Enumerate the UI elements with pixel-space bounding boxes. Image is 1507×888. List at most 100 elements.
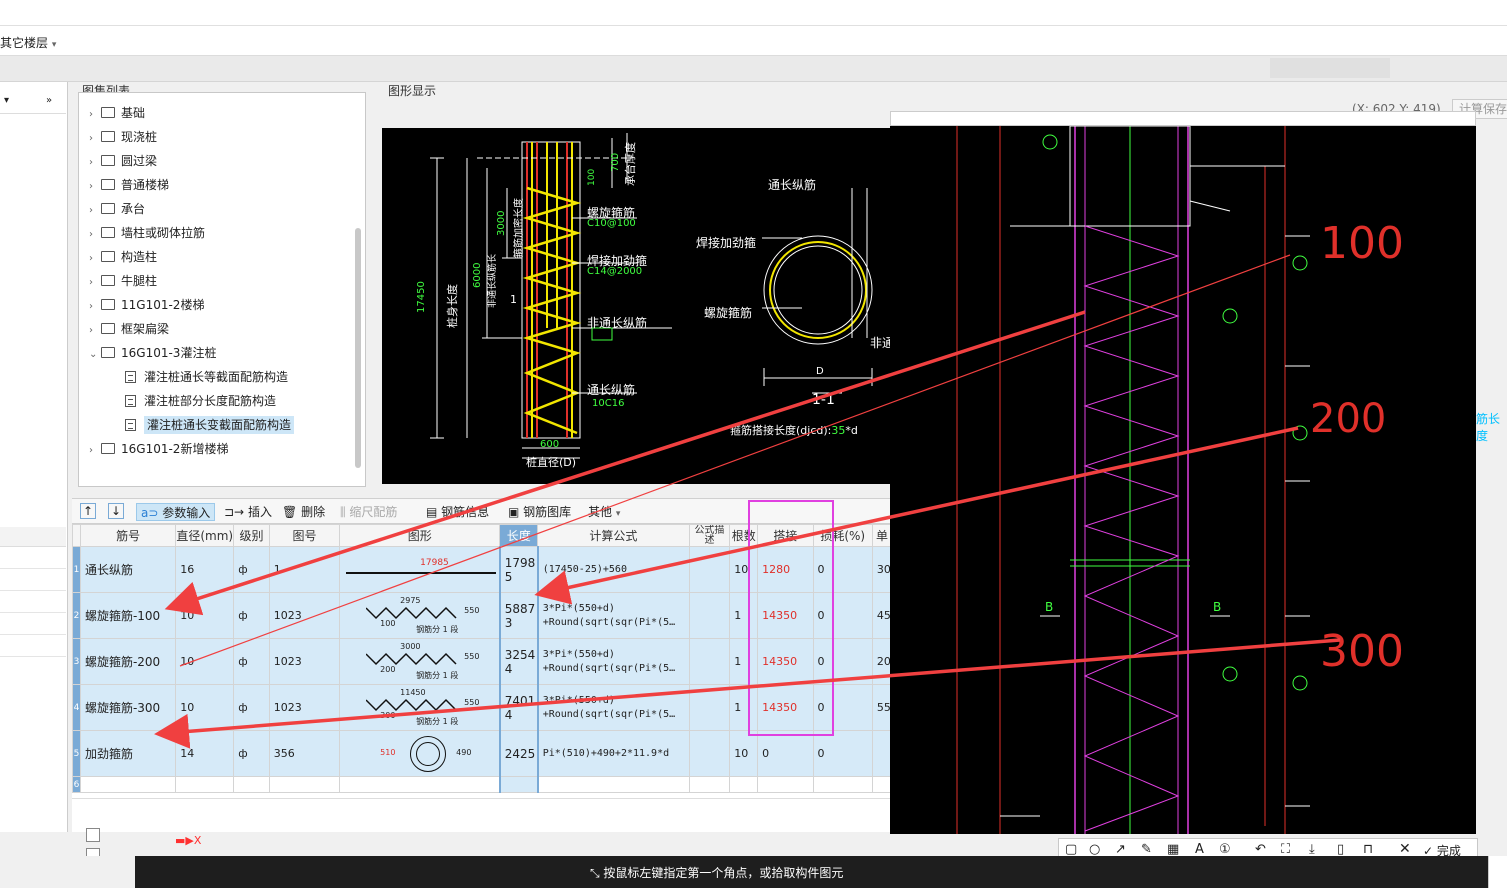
cell-length[interactable]: 2425 [498, 730, 539, 777]
cell-grade[interactable]: ф [233, 730, 270, 777]
cell-figure-no[interactable]: 1023 [268, 638, 341, 685]
tree-item[interactable]: › 11G101-2楼梯 [89, 293, 204, 317]
cell-grade[interactable]: ф [233, 546, 270, 593]
cell-shape[interactable]: 11450 550 300 钢筋分 1 段 [339, 684, 501, 731]
circle-icon[interactable]: ○ [1089, 842, 1100, 857]
cell-length[interactable]: 5887 3 [498, 592, 539, 639]
cell-loss[interactable] [812, 776, 873, 793]
cell-count[interactable]: 10 [729, 730, 759, 777]
cell-grade[interactable]: ф [233, 684, 270, 731]
cell-name[interactable]: 螺旋箍筋-300 [79, 684, 177, 731]
cell-formula[interactable]: (17450-25)+560 [537, 546, 690, 593]
cell-shape[interactable]: 510 490 [339, 730, 501, 777]
param-input-button[interactable]: a⊃ 参数输入 [136, 503, 216, 521]
cell-name[interactable]: 螺旋箍筋-200 [79, 638, 177, 685]
chevron-right-icon[interactable]: › [89, 175, 101, 199]
cell-diameter[interactable]: 10 [175, 592, 235, 639]
tree-item[interactable]: › 框架扁梁 [89, 317, 169, 341]
phone-icon[interactable]: ▯ [1337, 842, 1344, 857]
chevron-right-icon[interactable]: › [89, 151, 101, 175]
tree-item[interactable]: › 构造柱 [89, 245, 157, 269]
table-row[interactable]: 5 加劲箍筋 14 ф 356 510 490 2425 Pi*(510)+490+2*11.9… [72, 730, 892, 777]
cell-unit[interactable]: 45 [871, 592, 892, 639]
cell-figure-no[interactable]: 1023 [268, 684, 341, 731]
column-header[interactable]: 图形 [339, 524, 501, 547]
scale-rebar-button[interactable]: ⫼ 缩尺配筋 [340, 503, 397, 521]
arrow-icon[interactable]: ↗ [1115, 842, 1126, 857]
row-checkbox[interactable] [86, 848, 100, 856]
cell-formula-desc[interactable] [688, 546, 731, 593]
cell-formula-desc[interactable] [688, 638, 731, 685]
tree-item[interactable]: › 现浇桩 [89, 125, 157, 149]
cell-formula-desc[interactable] [688, 684, 731, 731]
cell-grade[interactable]: ф [233, 592, 270, 639]
rebar-library-button[interactable]: ▣ 钢筋图库 [508, 503, 571, 521]
cell-formula-desc[interactable] [688, 592, 731, 639]
cell-length[interactable]: 1798 5 [498, 546, 539, 593]
cell-name[interactable] [79, 776, 177, 793]
cell-shape[interactable]: 17985 [339, 546, 501, 593]
close-icon[interactable]: ✕ [1399, 841, 1411, 857]
chevron-right-icon[interactable]: › [89, 127, 101, 151]
chevron-right-icon[interactable]: › [89, 223, 101, 247]
cell-shape[interactable]: 3000 550 200 钢筋分 1 段 [339, 638, 501, 685]
tree-item[interactable]: › 墙柱或砌体拉筋 [89, 221, 205, 245]
cell-formula[interactable]: 3*Pi*(550+d) +Round(sqrt(sqr(Pi*(5… [537, 638, 690, 685]
tree-item[interactable]: › 承台 [89, 197, 145, 221]
chevron-right-icon[interactable]: › [89, 439, 101, 463]
rectangle-icon[interactable]: ▢ [1065, 842, 1077, 857]
column-header[interactable]: 图号 [268, 524, 341, 547]
cell-grade[interactable] [233, 776, 270, 793]
download-icon[interactable]: ⤓ [1309, 842, 1315, 857]
text-icon[interactable]: A [1195, 842, 1204, 857]
chevron-right-icon[interactable]: › [89, 295, 101, 319]
cell-loss[interactable]: 0 [812, 730, 873, 777]
tree-scrollbar[interactable] [355, 228, 361, 468]
cell-length[interactable] [498, 776, 539, 793]
rebar-info-button[interactable]: ▤ 钢筋信息 [426, 503, 489, 521]
tree-item[interactable]: › 牛腿柱 [89, 269, 157, 293]
cell-formula[interactable]: 3*Pi*(550+d) +Round(sqrt(sqr(Pi*(5… [537, 684, 690, 731]
delete-button[interactable]: 🗑 删除 [282, 503, 325, 521]
cell-formula[interactable]: Pi*(510)+490+2*11.9*d [537, 730, 690, 777]
column-header[interactable]: 筋号 [79, 524, 177, 547]
tree-item[interactable]: › 16G101-2新增楼梯 [89, 437, 228, 461]
move-down-button[interactable]: ↓ [108, 503, 124, 519]
cell-figure-no[interactable]: 1 [268, 546, 341, 593]
cell-lap[interactable] [757, 776, 814, 793]
cell-formula-desc[interactable] [688, 776, 731, 793]
cell-figure-no[interactable]: 1023 [268, 592, 341, 639]
column-header[interactable]: 公式描述 [688, 524, 731, 547]
cell-diameter[interactable]: 16 [175, 546, 235, 593]
cell-length[interactable]: 7401 4 [498, 684, 539, 731]
cell-shape[interactable] [339, 776, 501, 793]
mosaic-icon[interactable]: ▦ [1167, 842, 1179, 857]
cell-name[interactable]: 加劲箍筋 [79, 730, 177, 777]
cell-shape[interactable]: 2975 550 100 钢筋分 1 段 [339, 592, 501, 639]
cell-diameter[interactable] [175, 776, 235, 793]
cell-formula[interactable] [537, 776, 690, 793]
tree-item[interactable]: › 圆过梁 [89, 149, 157, 173]
pen-icon[interactable]: ✎ [1141, 842, 1152, 857]
cell-unit[interactable] [871, 776, 892, 793]
cell-length[interactable]: 3254 4 [498, 638, 539, 685]
tree-item[interactable]: › 普通楼梯 [89, 173, 169, 197]
column-header[interactable]: 长度 [499, 524, 539, 547]
tree-item[interactable]: ⌄ 16G101-3灌注桩 [89, 341, 216, 365]
insert-button[interactable]: ⊐→ 插入 [224, 503, 272, 521]
chevron-right-icon[interactable]: › [89, 247, 101, 271]
chevron-down-icon[interactable]: ▾ [4, 95, 9, 106]
tree-item[interactable]: 灌注桩通长变截面配筋构造 [125, 413, 295, 437]
number-icon[interactable]: ① [1219, 842, 1231, 857]
cell-unit[interactable]: 55 [871, 684, 892, 731]
column-header[interactable]: 直径(mm) [175, 524, 235, 547]
column-header[interactable]: 计算公式 [537, 524, 690, 547]
chevron-down-icon[interactable]: ⌄ [89, 343, 101, 367]
cell-unit[interactable]: 30 [871, 546, 892, 593]
tree-item[interactable]: › 基础 [89, 101, 145, 125]
cell-name[interactable]: 通长纵筋 [79, 546, 177, 593]
cell-diameter[interactable]: 10 [175, 638, 235, 685]
cell-count[interactable] [729, 776, 759, 793]
cell-name[interactable]: 螺旋箍筋-100 [79, 592, 177, 639]
chevron-right-icon[interactable]: › [89, 271, 101, 295]
